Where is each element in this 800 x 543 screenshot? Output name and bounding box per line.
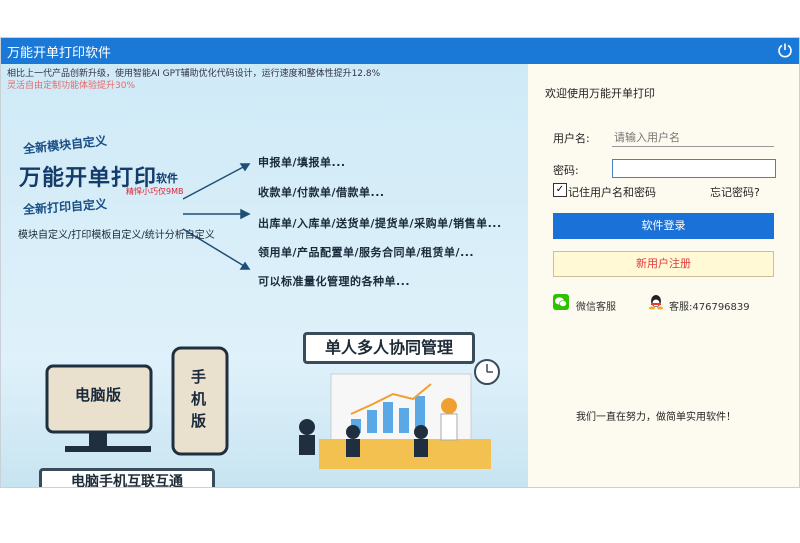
- doc-type-line-2: 收款单/付款单/借款单...: [258, 186, 385, 199]
- doc-type-line-1: 申报单/填报单...: [258, 156, 346, 169]
- register-button[interactable]: 新用户注册: [553, 251, 774, 277]
- login-button[interactable]: 软件登录: [553, 213, 774, 239]
- welcome-text: 欢迎使用万能开单打印: [545, 87, 655, 100]
- window-title: 万能开单打印软件: [7, 46, 112, 61]
- qq-service-label[interactable]: 客服:476796839: [669, 298, 750, 313]
- username-label: 用户名:: [553, 132, 590, 145]
- promo-panel: 相比上一代产品创新升级，使用智能AI GPT辅助优化代码设计，运行速度和整体性提…: [1, 64, 528, 487]
- username-input[interactable]: [612, 128, 774, 147]
- remember-label: 记住用户名和密码: [568, 186, 656, 199]
- banner-interconnect: 电脑手机互联互通: [39, 468, 215, 487]
- app-window: 万能开单打印软件 相比上一代产品创新升级，使用智能AI GPT辅助优化代码设计，…: [0, 37, 800, 488]
- title-bar: 万能开单打印软件: [1, 38, 799, 64]
- forgot-password-link[interactable]: 忘记密码?: [710, 184, 760, 200]
- password-label: 密码:: [553, 164, 579, 177]
- login-panel: 欢迎使用万能开单打印 用户名: 密码: ✓ 记住用户名和密码 忘记密码? 软件登…: [528, 64, 799, 487]
- slogan-text: 我们一直在努力，做简单实用软件！: [576, 412, 736, 423]
- phone-version-label: 手机版: [191, 368, 207, 430]
- doc-type-line-4: 领用单/产品配置单/服务合同单/租赁单/...: [258, 246, 475, 259]
- pc-version-label: 电脑版: [75, 386, 122, 404]
- wechat-icon[interactable]: [553, 294, 569, 310]
- banner-collaboration: 单人多人协同管理: [303, 332, 475, 364]
- wechat-service-label[interactable]: 微信客服: [576, 298, 616, 313]
- feature-list: 模块自定义/打印模板自定义/统计分析自定义: [18, 230, 215, 241]
- remember-checkbox[interactable]: ✓: [553, 183, 567, 197]
- qq-icon[interactable]: [648, 294, 664, 310]
- power-icon[interactable]: [777, 42, 793, 58]
- checkmark-icon: ✓: [555, 184, 565, 195]
- doc-type-line-5: 可以标准量化管理的各种单...: [258, 275, 411, 288]
- password-input[interactable]: [612, 159, 776, 178]
- brand-suffix: 软件: [156, 172, 178, 185]
- brand-size-note: 精悍小巧仅9MB: [126, 187, 184, 196]
- doc-type-line-3: 出库单/入库单/送货单/提货单/采购单/销售单...: [258, 217, 502, 230]
